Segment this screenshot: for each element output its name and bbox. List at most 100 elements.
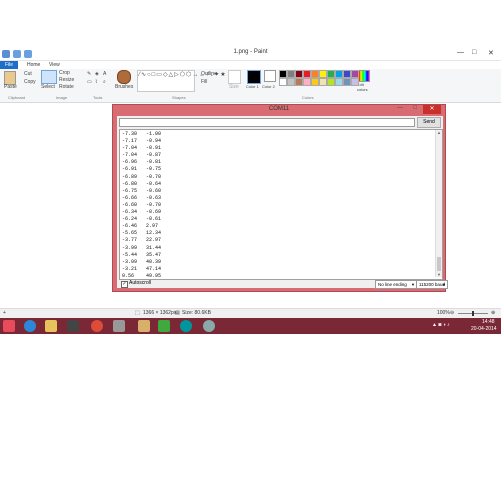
palette-swatch[interactable] [327, 78, 335, 86]
ribbon: Paste Cut Copy Clipboard Select Crop Res… [0, 69, 501, 103]
image-dimensions: 1366 × 1362px [143, 310, 177, 316]
palette-swatch[interactable] [287, 70, 295, 78]
color2-label[interactable]: Color 2 [262, 84, 275, 89]
zoom-in-button[interactable]: ⊕ [491, 310, 495, 316]
color1-swatch[interactable] [247, 70, 261, 84]
palette-swatch[interactable] [279, 78, 287, 86]
resize-button[interactable]: Resize [59, 77, 74, 83]
tab-file[interactable]: File [0, 61, 19, 69]
color1-label[interactable]: Color 1 [246, 84, 259, 89]
serial-minimize-button[interactable]: — [397, 105, 403, 111]
clock-time[interactable]: 14:48 [482, 319, 495, 325]
explorer-icon[interactable] [45, 320, 57, 332]
image-group-label: Image [56, 95, 68, 100]
selection-icon: ⬚ [135, 310, 140, 316]
colors-group-label: Colors [302, 95, 314, 100]
file-size-icon: ▤ [175, 310, 180, 316]
chevron-down-icon: ▼ [442, 282, 446, 287]
palette-swatch[interactable] [335, 70, 343, 78]
palette-swatch[interactable] [351, 78, 359, 86]
chevron-down-icon: ▼ [411, 282, 415, 287]
scroll-down-icon[interactable]: ▼ [436, 272, 442, 277]
text-icon[interactable]: A [103, 71, 106, 77]
crop-button[interactable]: Crop [59, 70, 70, 76]
palette-swatch[interactable] [343, 70, 351, 78]
palette-swatch[interactable] [295, 70, 303, 78]
color-picker-icon[interactable]: ⌇ [95, 79, 97, 85]
palette-swatch[interactable] [319, 70, 327, 78]
eraser-icon[interactable]: ▭ [87, 79, 92, 85]
taskbar: ▲ ◙ ◑ ♪ 14:48 20-04-2014 [0, 318, 501, 334]
brushes-button[interactable]: Brushes [115, 84, 133, 90]
magnifier-icon[interactable]: ⌕ [103, 79, 106, 85]
palette-swatch[interactable] [327, 70, 335, 78]
close-button[interactable]: ✕ [488, 49, 494, 57]
paint-icon[interactable] [138, 320, 150, 332]
clock-date[interactable]: 20-04-2014 [471, 326, 497, 332]
sketch-icon[interactable] [113, 320, 125, 332]
chrome-icon[interactable] [91, 320, 103, 332]
zoom-out-button[interactable]: ⊖ [450, 310, 454, 316]
size-icon[interactable] [228, 70, 241, 84]
serial-maximize-button[interactable]: □ [413, 105, 417, 111]
palette-swatch[interactable] [351, 70, 359, 78]
copy-button[interactable]: Copy [24, 79, 36, 85]
arduino-icon[interactable] [180, 320, 192, 332]
tab-view[interactable]: View [44, 61, 65, 69]
ie-icon[interactable] [24, 320, 36, 332]
size-button[interactable]: Size [229, 84, 239, 90]
palette-swatch[interactable] [319, 78, 327, 86]
send-button[interactable]: Send [417, 117, 441, 128]
maximize-button[interactable]: □ [472, 49, 476, 56]
windows-start-icon[interactable] [3, 320, 15, 332]
palette-swatch[interactable] [335, 78, 343, 86]
autoscroll-checkbox[interactable]: ✓ [121, 281, 128, 288]
baud-rate-select[interactable]: 115200 baud ▼ [416, 280, 448, 289]
palette-swatch[interactable] [343, 78, 351, 86]
pen-icon[interactable] [158, 320, 170, 332]
app-icon[interactable] [203, 320, 215, 332]
cut-button[interactable]: Cut [24, 71, 32, 77]
fill-button[interactable]: Fill [201, 79, 207, 85]
minimize-button[interactable]: — [457, 49, 464, 56]
color2-swatch[interactable] [264, 70, 276, 82]
edit-colors-icon[interactable] [358, 70, 370, 82]
fill-icon[interactable]: ◈ [95, 71, 99, 77]
tab-home[interactable]: Home [22, 61, 45, 69]
palette-swatch[interactable] [303, 70, 311, 78]
select-button[interactable]: Select [41, 84, 55, 90]
paste-icon[interactable] [4, 71, 16, 85]
edit-colors-button[interactable]: Edit colors [357, 82, 371, 92]
zoom-level: 100% [437, 310, 450, 316]
palette-swatch[interactable] [311, 78, 319, 86]
zoom-slider-thumb[interactable] [472, 311, 474, 316]
palette-swatch[interactable] [311, 70, 319, 78]
paste-button[interactable]: Paste [4, 84, 17, 90]
tools-group-label: Tools [93, 95, 103, 100]
line-ending-select[interactable]: No line ending ▼ [375, 280, 417, 289]
media-icon[interactable] [67, 320, 79, 332]
outline-button[interactable]: Outline [201, 71, 217, 77]
rotate-button[interactable]: Rotate [59, 84, 74, 90]
pencil-icon[interactable]: ✎ [87, 71, 91, 77]
scrollbar-thumb[interactable] [437, 257, 441, 271]
tray-icons[interactable]: ▲ ◙ ◑ ♪ [432, 322, 450, 328]
serial-bottom-bar: ✓ Autoscroll No line ending ▼ 115200 bau… [119, 279, 448, 289]
vertical-scrollbar[interactable]: ▲ ▼ [435, 130, 442, 277]
serial-output-text: -7.30 -1.00 -7.17 -0.94 -7.04 -0.91 -7.0… [122, 131, 162, 279]
scroll-up-icon[interactable]: ▲ [436, 130, 442, 135]
autoscroll-label: Autoscroll [129, 280, 151, 286]
serial-monitor-title: COM11 [268, 106, 290, 112]
send-input[interactable] [119, 118, 415, 127]
serial-output[interactable]: -7.30 -1.00 -7.17 -0.94 -7.04 -0.91 -7.0… [119, 129, 443, 280]
select-icon[interactable] [41, 70, 57, 84]
add-icon: + [3, 310, 6, 316]
status-bar: + ⬚ 1366 × 1362px ▤ Size: 80.6KB 100% ⊖ … [0, 308, 501, 318]
brushes-icon[interactable] [117, 70, 131, 84]
palette-swatch[interactable] [287, 78, 295, 86]
palette-swatch[interactable] [295, 78, 303, 86]
palette-swatch[interactable] [303, 78, 311, 86]
serial-close-button[interactable]: ✕ [423, 105, 441, 114]
palette-swatch[interactable] [279, 70, 287, 78]
line-ending-value: No line ending [378, 282, 407, 287]
